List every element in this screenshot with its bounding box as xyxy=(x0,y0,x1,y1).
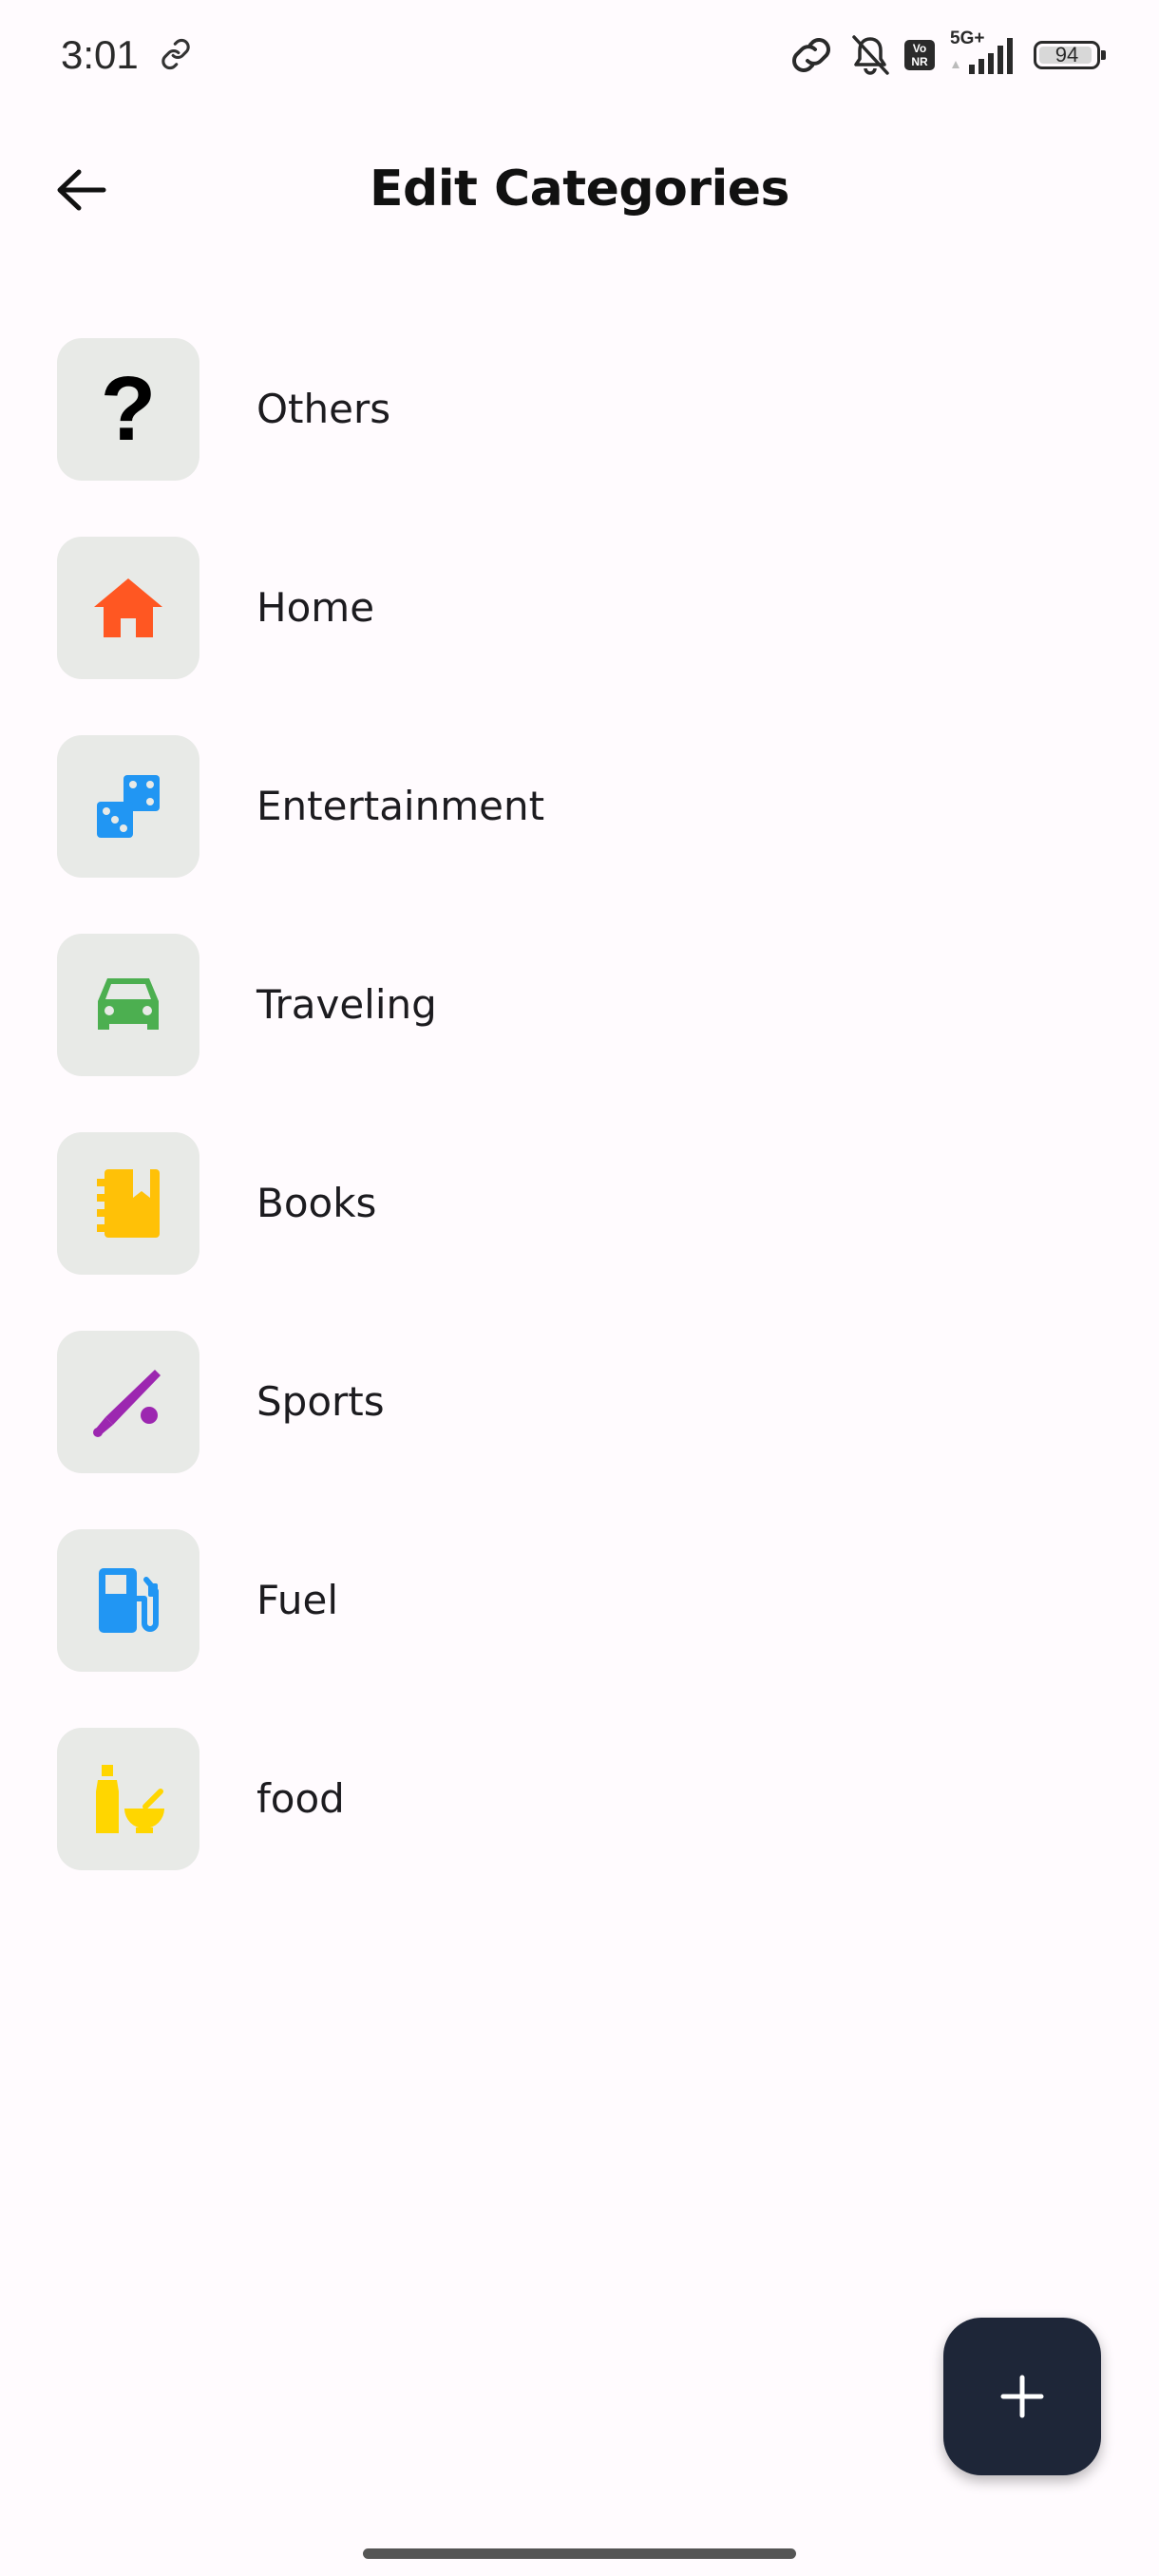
category-item-fuel[interactable]: Fuel xyxy=(0,1526,1159,1678)
category-item-sports[interactable]: Sports xyxy=(0,1328,1159,1480)
plus-icon xyxy=(1000,2375,1044,2418)
category-icon-tile xyxy=(57,934,200,1076)
category-icon-tile xyxy=(57,537,200,679)
category-label: Books xyxy=(256,1180,377,1226)
hotspot-link-icon xyxy=(792,38,830,72)
category-item-food[interactable]: food xyxy=(0,1725,1159,1877)
bell-off-icon xyxy=(852,35,889,75)
baseball-bat-icon xyxy=(93,1370,161,1437)
volte-badge: Vo NR xyxy=(904,40,935,70)
category-label: Entertainment xyxy=(256,783,545,829)
gas-pump-icon xyxy=(99,1568,159,1633)
condiments-icon xyxy=(96,1765,164,1833)
link-icon xyxy=(162,38,190,70)
volte-top-label: Vo xyxy=(912,42,927,55)
signal-bars-icon xyxy=(952,38,1013,74)
status-bar: 3:01 Vo NR 5G+ 94 xyxy=(0,0,1159,106)
battery-indicator: 94 xyxy=(1034,41,1106,69)
book-icon xyxy=(97,1169,160,1238)
dice-icon xyxy=(97,775,160,838)
status-time: 3:01 xyxy=(61,32,139,77)
category-icon-tile xyxy=(57,1728,200,1870)
category-item-home[interactable]: Home xyxy=(0,534,1159,686)
page-title: Edit Categories xyxy=(369,161,790,218)
category-label: Traveling xyxy=(256,981,437,1028)
category-label: Home xyxy=(256,584,375,631)
category-item-others[interactable]: ? Others xyxy=(0,335,1159,487)
add-category-button[interactable] xyxy=(943,2318,1101,2475)
house-icon xyxy=(94,578,162,637)
category-label: Others xyxy=(256,386,391,432)
category-icon-tile xyxy=(57,1132,200,1275)
category-item-traveling[interactable]: Traveling xyxy=(0,931,1159,1083)
category-icon-tile xyxy=(57,1331,200,1473)
category-icon-tile: ? xyxy=(57,338,200,481)
category-item-entertainment[interactable]: Entertainment xyxy=(0,732,1159,884)
gesture-handle[interactable] xyxy=(363,2548,796,2559)
battery-level: 94 xyxy=(1054,43,1079,66)
car-icon xyxy=(98,978,159,1030)
volte-bottom-label: NR xyxy=(911,55,928,68)
status-icons: Vo NR 5G+ 94 xyxy=(787,28,1106,82)
category-icon-tile xyxy=(57,1529,200,1672)
category-item-books[interactable]: Books xyxy=(0,1129,1159,1281)
category-label: Fuel xyxy=(256,1577,338,1623)
question-mark-icon: ? xyxy=(100,358,157,460)
category-icon-tile xyxy=(57,735,200,878)
app-bar: Edit Categories xyxy=(0,142,1159,237)
category-label: Sports xyxy=(256,1378,385,1425)
signal-indicator: 5G+ xyxy=(948,28,1015,78)
category-label: food xyxy=(256,1775,345,1822)
